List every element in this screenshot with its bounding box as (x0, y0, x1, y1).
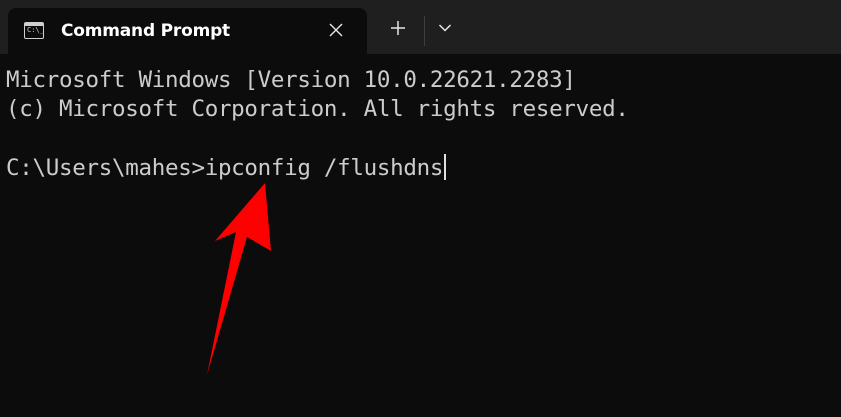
arrow-shape (207, 183, 271, 375)
red-arrow-annotation (207, 183, 271, 375)
